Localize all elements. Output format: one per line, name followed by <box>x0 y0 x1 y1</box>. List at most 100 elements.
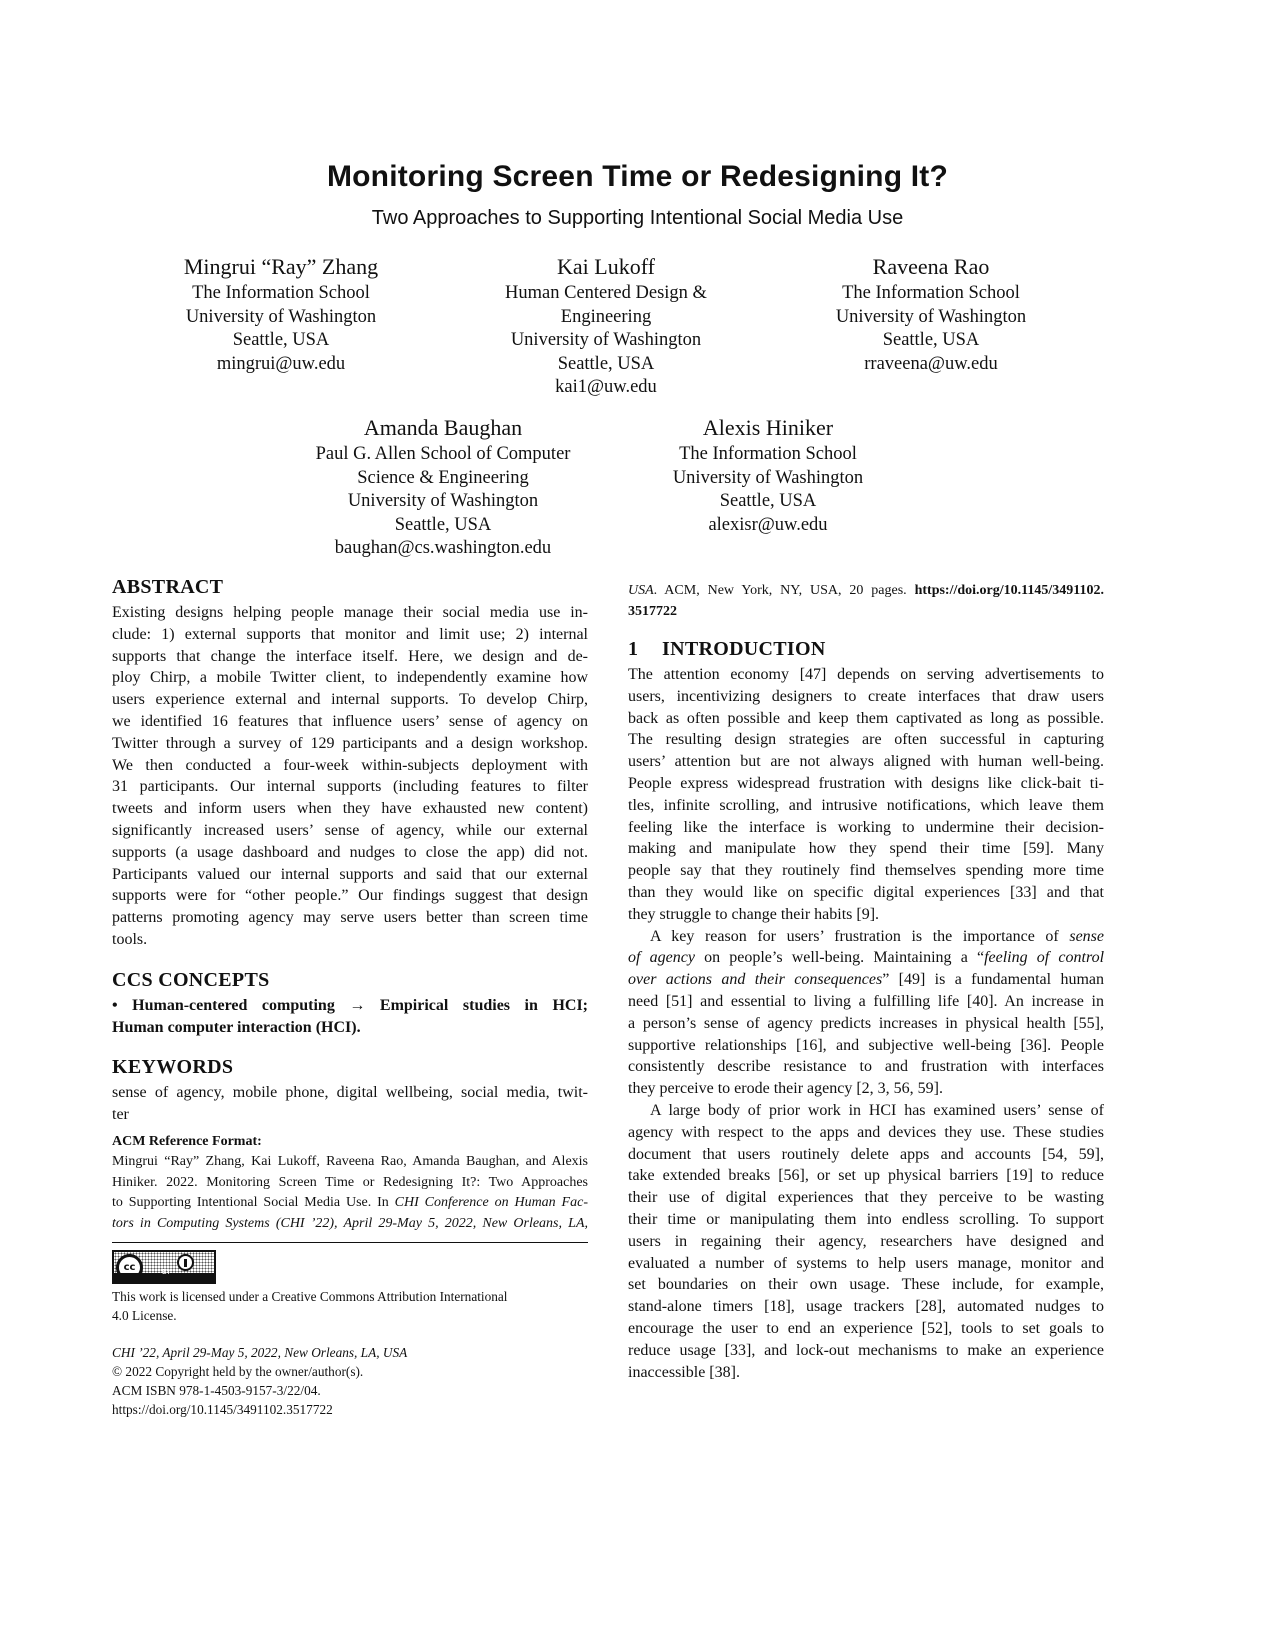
acm-reference-venue: tors in Computing Systems (CHI ’22), Apr… <box>112 1215 588 1231</box>
paper-title: Monitoring Screen Time or Redesigning It… <box>326 160 949 193</box>
intro-paragraph: A key reason for users’ frustration is t… <box>628 926 1104 1100</box>
abstract-line: ploy Chirp, a mobile Twitter client, to … <box>112 669 588 687</box>
abstract-line: Participants valued our internal support… <box>112 865 588 883</box>
intro-emphasis: feeling of control <box>984 949 1105 967</box>
abstract-line: Twitter through a survey of 129 particip… <box>112 734 588 752</box>
ccs-concepts: • Human-centered computing → Empirical s… <box>112 995 588 1039</box>
intro-text: ” [49] is a fundamental human <box>882 971 1105 989</box>
section-heading-abstract: ABSTRACT <box>112 576 224 598</box>
abstract-line: tools. <box>112 930 148 948</box>
author-name: Kai Lukoff <box>557 254 655 279</box>
intro-line: stand-alone timers [18], usage trackers … <box>628 1298 1104 1316</box>
left-column: ABSTRACT Existing designs helping people… <box>112 574 588 1419</box>
abstract-line: Existing designs helping people manage t… <box>112 604 588 621</box>
acm-reference-doi-link[interactable]: https://doi.org/10.1145/3491102. <box>915 583 1104 598</box>
intro-text: A key reason for users’ frustration is t… <box>650 927 1070 945</box>
intro-emphasis: over actions and their consequences <box>628 971 883 989</box>
author-location: Seattle, USA <box>557 353 655 374</box>
author-block: Mingrui “Ray” Zhang The Information Scho… <box>116 252 446 376</box>
intro-line: feeling like the interface is working to… <box>628 818 1104 836</box>
intro-line: people say that they routinely find them… <box>628 862 1104 880</box>
intro-line: document that users routinely delete app… <box>628 1145 1104 1163</box>
acm-reference-text: to Supporting Intentional Social Media U… <box>112 1195 395 1211</box>
keywords-line: sense of agency, mobile phone, digital w… <box>112 1084 588 1102</box>
section-number: 1 <box>628 638 639 660</box>
author-location: Seattle, USA <box>719 491 817 511</box>
abstract-line: supports were for “other people.” Our fi… <box>112 887 588 905</box>
isbn-line: ACM ISBN 978-1-4503-9157-3/22/04. <box>112 1383 321 1399</box>
section-heading-ccs: CCS CONCEPTS <box>112 968 270 991</box>
intro-line: back as often possible and keep them cap… <box>628 709 1104 727</box>
right-column: USA. ACM, New York, NY, USA, 20 pages. h… <box>628 581 1104 1383</box>
intro-paragraph: A large body of prior work in HCI has ex… <box>628 1100 1104 1383</box>
author-block: Amanda Baughan Paul G. Allen School of C… <box>278 413 608 561</box>
license-line: 4.0 License. <box>112 1308 177 1324</box>
author-block: Kai Lukoff Human Centered Design & Engin… <box>441 252 771 400</box>
acm-reference-publisher: . ACM, New York, NY, USA, 20 pages. <box>653 583 915 598</box>
author-name: Raveena Rao <box>872 254 990 279</box>
badge-by-label: BY <box>162 1267 171 1276</box>
intro-text: on people’s well-being. Maintaining a “ <box>694 949 985 967</box>
acm-reference-continued: USA. ACM, New York, NY, USA, 20 pages. h… <box>628 581 1104 622</box>
license-line: This work is licensed under a Creative C… <box>112 1289 508 1305</box>
acm-reference-country: USA <box>628 583 654 598</box>
author-email[interactable]: rraveena@uw.edu <box>766 353 1096 377</box>
keywords-line: ter <box>112 1106 129 1124</box>
author-block: Raveena Rao The Information School Unive… <box>766 252 1096 376</box>
intro-line: A large body of prior work in HCI has ex… <box>650 1101 1104 1119</box>
author-affiliation: University of Washington <box>835 306 1027 327</box>
acm-reference-line: Mingrui “Ray” Zhang, Kai Lukoff, Raveena… <box>112 1154 588 1170</box>
author-name: Amanda Baughan <box>363 415 523 440</box>
acm-reference-venue: CHI Conference on Human Fac- <box>394 1195 588 1211</box>
author-email[interactable]: baughan@cs.washington.edu <box>278 537 608 561</box>
intro-paragraph: The attention economy [47] depends on se… <box>628 664 1104 926</box>
venue-text: CHI ’22, April 29-May 5, 2022, New Orlea… <box>112 1345 408 1361</box>
footnote-divider <box>112 1242 588 1244</box>
acm-reference-doi-link[interactable]: 3517722 <box>628 604 677 619</box>
intro-line: a person’s sense of agency predicts incr… <box>628 1014 1104 1032</box>
cc-by-license-badge[interactable]: cc BY <box>112 1250 216 1285</box>
author-affiliation: University of Washington <box>347 491 539 511</box>
intro-line: encourage the user to end an experience … <box>628 1319 1104 1337</box>
attribution-person-icon <box>177 1254 194 1272</box>
intro-line: tles, infinite scrolling, and intrusive … <box>628 796 1104 814</box>
intro-line: users in regaining their agency, researc… <box>628 1232 1104 1250</box>
paper-subtitle: Two Approaches to Supporting Intentional… <box>371 207 904 229</box>
intro-line: of agency on people’s well-being. Mainta… <box>628 947 1104 969</box>
abstract-line: tweets and inform users when they have e… <box>112 800 588 818</box>
ccs-line: • Human-centered computing → Empirical s… <box>112 996 588 1014</box>
section-heading-keywords: KEYWORDS <box>112 1056 234 1079</box>
author-affiliation: The Information School <box>679 444 857 464</box>
author-affiliation: Science & Engineering <box>357 467 529 488</box>
intro-line: take extended breaks [56], or set up phy… <box>628 1167 1104 1185</box>
author-affiliation: University of Washington <box>510 330 702 350</box>
author-affiliation: University of Washington <box>185 306 377 327</box>
doi-link[interactable]: https://doi.org/10.1145/3491102.3517722 <box>112 1400 588 1419</box>
intro-line: evaluated a number of systems to help us… <box>628 1254 1104 1272</box>
section-title: INTRODUCTION <box>662 638 826 660</box>
intro-line: they struggle to change their habits [9]… <box>628 905 880 923</box>
intro-line: agency with respect to the apps and devi… <box>628 1123 1104 1141</box>
intro-line: The resulting design strategies are ofte… <box>628 731 1104 749</box>
license-text: This work is licensed under a Creative C… <box>112 1287 588 1325</box>
author-name: Alexis Hiniker <box>702 415 834 440</box>
intro-line: set boundaries on their own usage. These… <box>628 1276 1104 1294</box>
footnote-meta: CHI ’22, April 29-May 5, 2022, New Orlea… <box>112 1343 588 1419</box>
author-affiliation: University of Washington <box>672 467 864 488</box>
abstract-line: clude: 1) external supports that monitor… <box>112 625 588 643</box>
author-affiliation: The Information School <box>192 283 370 303</box>
abstract-line: 31 participants. Our internal supports (… <box>112 778 588 796</box>
author-name: Mingrui “Ray” Zhang <box>183 254 379 279</box>
intro-line: their time or manipulating them into end… <box>628 1210 1104 1228</box>
author-email[interactable]: mingrui@uw.edu <box>116 353 446 377</box>
abstract-line: significantly increased users’ sense of … <box>112 821 588 839</box>
intro-line: inaccessible [38]. <box>628 1363 740 1381</box>
acm-reference-heading: ACM Reference Format: <box>112 1133 262 1149</box>
intro-line: than they would like on specific digital… <box>628 883 1104 901</box>
intro-line: users’ attention but are not always alig… <box>628 753 1104 771</box>
author-email[interactable]: kai1@uw.edu <box>441 376 771 400</box>
abstract-line: supports that change the interface itsel… <box>112 647 588 665</box>
author-location: Seattle, USA <box>232 330 330 350</box>
author-email[interactable]: alexisr@uw.edu <box>603 514 933 538</box>
acm-reference-line: Hiniker. 2022. Monitoring Screen Time or… <box>112 1174 588 1190</box>
